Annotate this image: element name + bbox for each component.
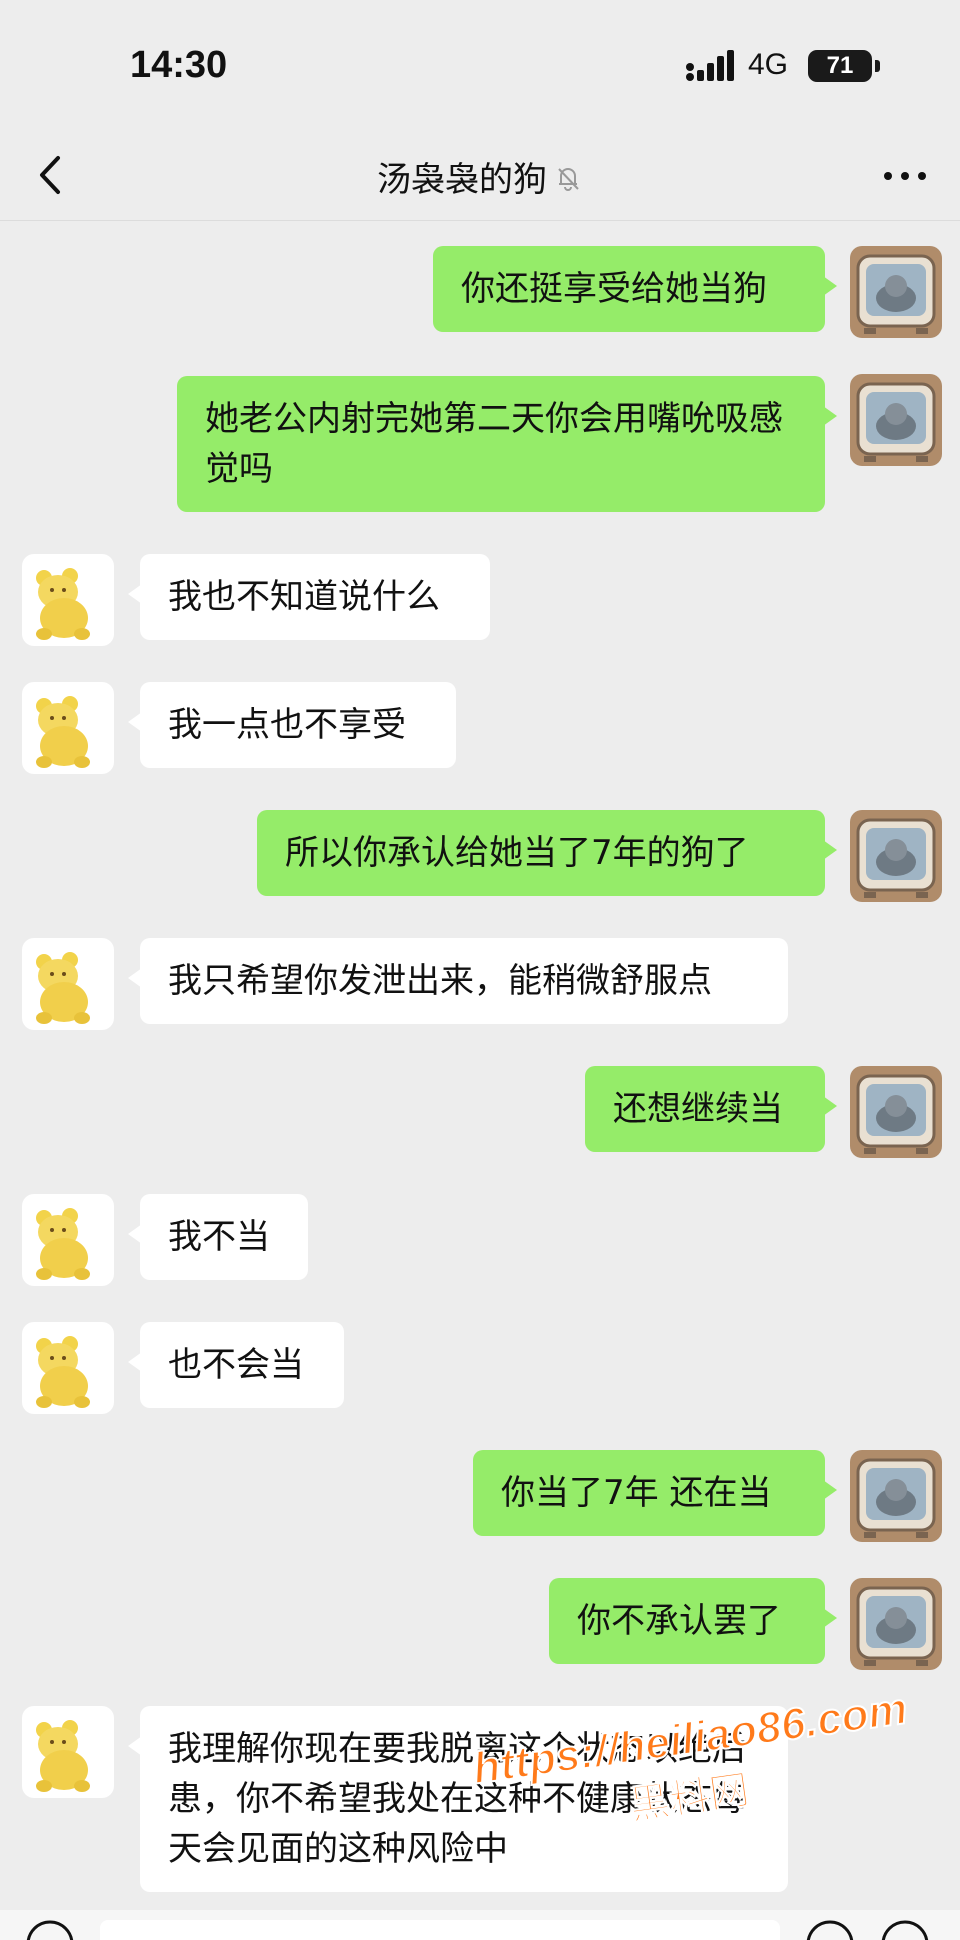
- contact-avatar[interactable]: [22, 1194, 114, 1286]
- network-label: 4G: [748, 48, 789, 81]
- more-dots-icon[interactable]: [880, 158, 930, 194]
- message-bubble[interactable]: 我不当: [128, 1194, 308, 1280]
- contact-avatar[interactable]: [22, 938, 114, 1030]
- message-bubble[interactable]: 也不会当: [128, 1322, 344, 1408]
- status-time: 14:30: [130, 44, 228, 86]
- my-avatar[interactable]: [850, 1066, 942, 1158]
- message-bubble[interactable]: 我一点也不享受: [128, 682, 456, 768]
- message-bubble[interactable]: 她老公内射完她第二天你会用嘴吮吸感觉吗: [177, 376, 837, 512]
- message-bubble[interactable]: 所以你承认给她当了7年的狗了: [257, 810, 837, 896]
- signal-icon: [686, 50, 734, 81]
- contact-avatar[interactable]: [22, 1322, 114, 1414]
- message-bubble[interactable]: 我也不知道说什么: [128, 554, 490, 640]
- my-avatar[interactable]: [850, 1578, 942, 1670]
- my-avatar[interactable]: [850, 1450, 942, 1542]
- chat-title-text: 汤袅袅的狗: [377, 160, 547, 200]
- contact-avatar[interactable]: [22, 554, 114, 646]
- message-bubble[interactable]: 还想继续当: [585, 1066, 837, 1152]
- chat-header: 汤袅袅的狗: [0, 130, 960, 221]
- my-avatar[interactable]: [850, 810, 942, 902]
- message-bubble[interactable]: 我只希望你发泄出来，能稍微舒服点: [128, 938, 788, 1024]
- contact-avatar[interactable]: [22, 682, 114, 774]
- bell-off-icon: [558, 168, 579, 191]
- message-bubble[interactable]: 你不承认罢了: [549, 1578, 837, 1664]
- my-avatar[interactable]: [850, 374, 942, 466]
- message-bubble[interactable]: 你当了7年 还在当: [473, 1450, 837, 1536]
- battery-indicator: 71: [808, 50, 880, 82]
- status-bar: 14:30 4G 71: [0, 0, 960, 130]
- contact-avatar[interactable]: [22, 1706, 114, 1798]
- chat-title: 汤袅袅的狗: [0, 152, 960, 201]
- input-bar[interactable]: [0, 1910, 960, 1940]
- my-avatar[interactable]: [850, 246, 942, 338]
- message-bubble[interactable]: 你还挺享受给她当狗: [433, 246, 837, 332]
